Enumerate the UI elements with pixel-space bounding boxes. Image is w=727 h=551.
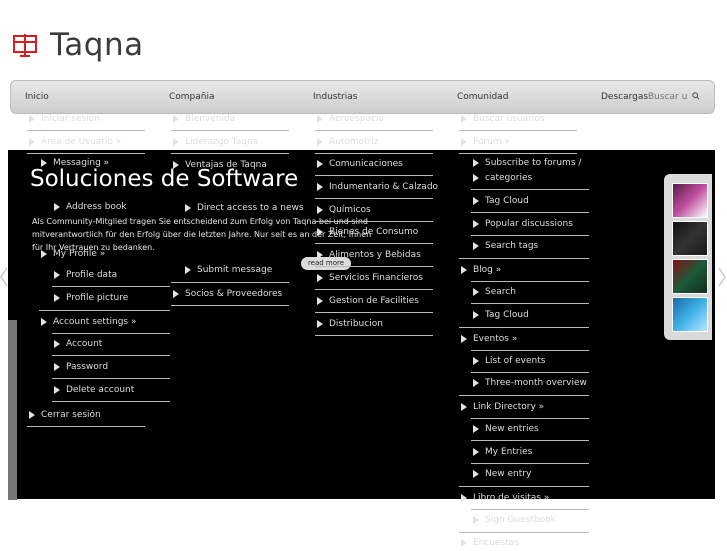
menu-link-directory[interactable]: Link Directory »	[461, 400, 544, 415]
menu-profile-data[interactable]: Profile data	[54, 268, 117, 283]
menu-encuestas[interactable]: Encuestas	[461, 536, 519, 551]
menu-alimentos[interactable]: Alimentos y Bebidas	[317, 248, 421, 263]
menu-automotriz[interactable]: Automotriz	[317, 135, 379, 150]
menu-bienes-consumo[interactable]: Bienes de Consumo	[317, 225, 418, 240]
thumbnail-4[interactable]	[672, 297, 708, 332]
menu-forum[interactable]: Forum »	[461, 135, 510, 150]
menu-area-usuario[interactable]: Área de Usuario »	[29, 135, 121, 150]
menu-search-tags[interactable]: Search tags	[473, 239, 538, 254]
slide-edge	[8, 320, 17, 500]
menu-libro-visitas[interactable]: Libro de visitas »	[461, 491, 549, 506]
menu-ventajas[interactable]: Ventajas de Taqna	[173, 158, 267, 173]
menu-my-entries[interactable]: My Entries	[473, 445, 532, 460]
nav-comunidad[interactable]: Comunidad	[457, 92, 508, 102]
thumbnail-1[interactable]	[672, 183, 708, 218]
menu-blog[interactable]: Blog »	[461, 263, 501, 278]
menu-eventos[interactable]: Eventos »	[461, 332, 517, 347]
menu-password[interactable]: Password	[54, 360, 108, 375]
logo-text: Taqna	[50, 27, 144, 63]
menu-liderazgo[interactable]: Liderazgo Taqna	[173, 135, 258, 150]
menu-cerrar-sesion[interactable]: Cerrar sesión	[29, 408, 101, 423]
menu-comunicaciones[interactable]: Comunicaciones	[317, 157, 403, 172]
menu-messaging[interactable]: Messaging »	[41, 156, 109, 171]
menu-submit-message[interactable]: Submit message	[185, 263, 272, 278]
menu-buscar-usuarios[interactable]: Buscar usuarios	[461, 112, 545, 127]
nav-descargas[interactable]: Descargas	[601, 92, 648, 102]
search-input[interactable]	[648, 89, 688, 105]
menu-popular-discussions[interactable]: Popular discussions	[473, 217, 573, 232]
menu-blog-search[interactable]: Search	[473, 285, 516, 300]
menu-direct-access[interactable]: Direct access to a news	[185, 201, 304, 216]
menu-quimicos[interactable]: Químicos	[317, 203, 371, 218]
menu-account[interactable]: Account	[54, 337, 102, 352]
menu-gestion-facilities[interactable]: Gestion de Facilities	[317, 294, 419, 309]
menu-distribucion[interactable]: Distribucion	[317, 317, 383, 332]
menu-iniciar-sesion[interactable]: Iniciar sesión	[29, 112, 100, 127]
menu-new-entry[interactable]: New entry	[473, 467, 531, 482]
menu-profile-picture[interactable]: Profile picture	[54, 291, 128, 306]
thumbnail-2[interactable]	[672, 221, 708, 256]
nav-industrias[interactable]: Industrias	[313, 92, 357, 102]
menu-three-month[interactable]: Three-month overview	[473, 376, 587, 391]
menu-servicios-financieros[interactable]: Servicios Financieros	[317, 271, 423, 286]
menu-tag-cloud-blog[interactable]: Tag Cloud	[473, 308, 529, 323]
logo[interactable]: Taqna	[12, 27, 144, 63]
slider-prev-icon[interactable]	[0, 267, 8, 287]
nav-compania[interactable]: Compañia	[169, 92, 215, 102]
menu-subscribe-categories[interactable]: categories	[473, 171, 532, 186]
thumbnail-3[interactable]	[672, 259, 708, 294]
menu-tag-cloud-forum[interactable]: Tag Cloud	[473, 194, 529, 209]
search-icon[interactable]	[692, 92, 700, 100]
slider-next-icon[interactable]	[718, 267, 726, 287]
menu-delete-account[interactable]: Delete account	[54, 383, 134, 398]
menu-subscribe-forums[interactable]: Subscribe to forums /	[473, 156, 581, 171]
menu-indumentaria[interactable]: Indumentario & Calzado	[317, 180, 438, 195]
menu-my-profile[interactable]: My Profile »	[41, 247, 105, 262]
menu-new-entries[interactable]: New entries	[473, 422, 539, 437]
menu-address-book[interactable]: Address book	[54, 200, 127, 215]
menu-account-settings[interactable]: Account settings »	[41, 315, 136, 330]
menu-sign-guestbook[interactable]: Sign Guestbook	[473, 513, 556, 528]
menu-aeroespacio[interactable]: Aeroespacio	[317, 112, 384, 127]
nav-inicio[interactable]: Inicio	[25, 92, 49, 102]
menu-list-events[interactable]: List of events	[473, 354, 545, 369]
menu-socios[interactable]: Socios & Proveedores	[173, 287, 282, 302]
menu-bienvenida[interactable]: Bienvenida	[173, 112, 235, 127]
slider-thumbnails	[664, 174, 712, 340]
taqna-logo-icon	[12, 32, 42, 58]
